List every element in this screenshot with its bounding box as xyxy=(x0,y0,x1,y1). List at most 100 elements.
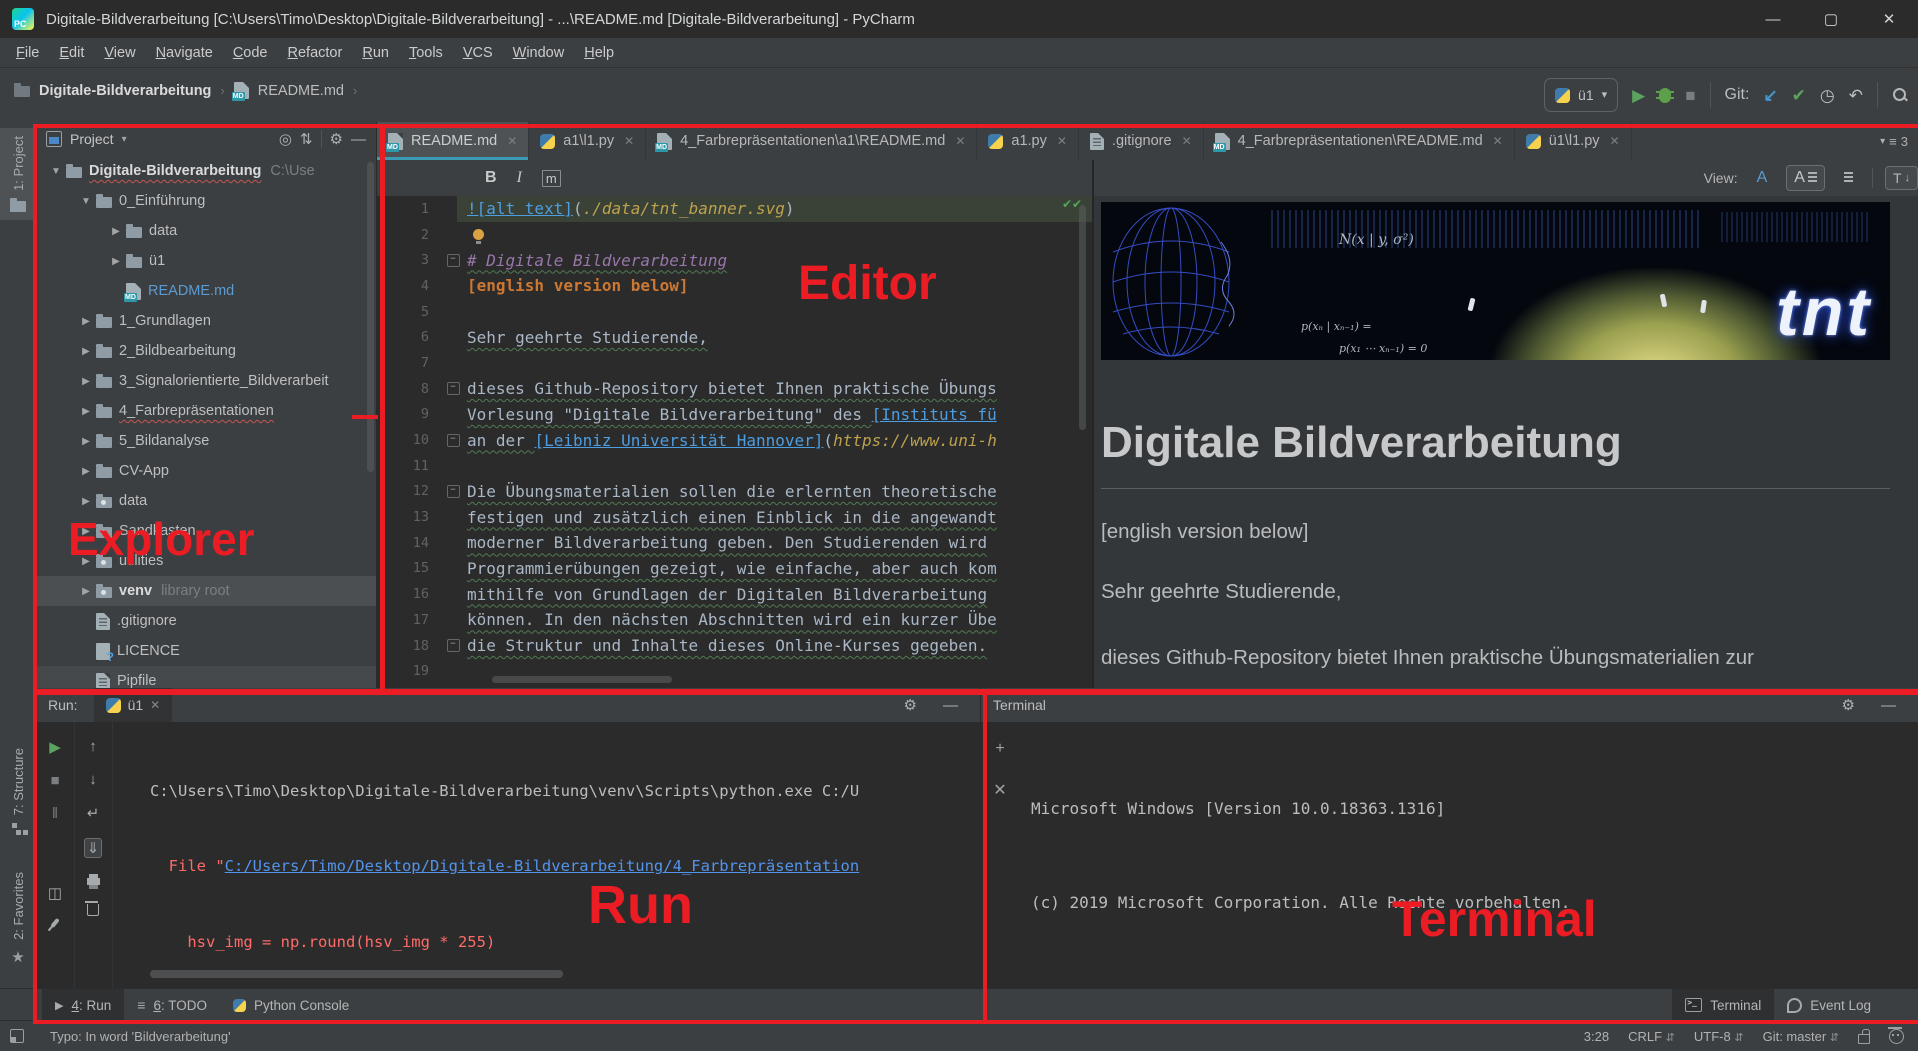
menu-tools[interactable]: Tools xyxy=(399,41,453,65)
fold-icon[interactable]: − xyxy=(447,485,460,498)
fold-icon[interactable]: − xyxy=(447,382,460,395)
sidebar-item-project[interactable]: 1: Project xyxy=(0,128,36,220)
maximize-button[interactable]: ▢ xyxy=(1802,0,1860,38)
menu-window[interactable]: Window xyxy=(503,41,575,65)
view-preview-only-button[interactable] xyxy=(1837,169,1860,187)
tab-a1-l1-py[interactable]: a1\l1.py ✕ xyxy=(529,122,646,160)
breadcrumb-project[interactable]: Digitale-Bildverarbeitung xyxy=(39,83,211,99)
chevron-down-icon[interactable]: ▾ xyxy=(122,134,127,145)
collapsed-arrow-icon[interactable]: ▶ xyxy=(76,556,96,567)
hide-panel-icon[interactable]: — xyxy=(943,697,958,714)
close-icon[interactable]: ✕ xyxy=(1182,134,1192,148)
menu-edit[interactable]: Edit xyxy=(49,41,94,65)
up-stack-trace-icon[interactable]: ↑ xyxy=(89,738,97,755)
tree-row[interactable]: ▶ utilities xyxy=(36,546,376,576)
rollback-icon[interactable]: ↶ xyxy=(1849,87,1863,104)
close-icon[interactable]: ✕ xyxy=(150,698,160,712)
tree-row[interactable]: ▶ CV-App xyxy=(36,456,376,486)
collapsed-arrow-icon[interactable]: ▶ xyxy=(106,256,126,267)
menu-file[interactable]: File xyxy=(6,41,49,65)
tab-farb-readme[interactable]: 4_Farbrepräsentationen\README.md ✕ xyxy=(1204,122,1515,160)
bold-button[interactable]: B xyxy=(485,169,497,187)
search-everywhere-icon[interactable] xyxy=(1892,87,1908,103)
expanded-arrow-icon[interactable]: ▼ xyxy=(46,166,66,177)
fold-icon[interactable]: − xyxy=(447,254,460,267)
menu-navigate[interactable]: Navigate xyxy=(146,41,223,65)
tree-row[interactable]: ▶ Sandkasten xyxy=(36,516,376,546)
menu-code[interactable]: Code xyxy=(223,41,278,65)
close-icon[interactable]: ✕ xyxy=(624,134,634,148)
editor-scrollbar[interactable] xyxy=(1079,205,1086,430)
new-session-icon[interactable]: + xyxy=(995,740,1004,758)
tree-row[interactable]: ▶ 5_Bildanalyse xyxy=(36,426,376,456)
project-panel-title[interactable]: Project xyxy=(70,131,114,147)
hector-inspector-icon[interactable] xyxy=(1889,1029,1904,1044)
git-branch-select[interactable]: Git: master ⇵ xyxy=(1763,1029,1839,1044)
soft-wrap-icon[interactable]: ↵ xyxy=(87,804,100,822)
hide-panel-icon[interactable]: — xyxy=(351,131,366,148)
rerun-button[interactable]: ▶ xyxy=(49,738,61,756)
toolwindow-todo-button[interactable]: ≡ 6: TODO xyxy=(124,989,220,1021)
toolwindow-switcher-icon[interactable] xyxy=(10,1029,24,1043)
scroll-to-end-icon[interactable]: ⇓ xyxy=(84,838,103,858)
tree-row[interactable]: Pipfile xyxy=(36,666,376,688)
editor-horizontal-scrollbar[interactable] xyxy=(492,676,672,683)
close-icon[interactable]: ✕ xyxy=(1057,134,1067,148)
pause-button[interactable]: ‖ xyxy=(52,805,58,822)
git-commit-icon[interactable]: ✔ xyxy=(1792,87,1806,104)
restore-layout-icon[interactable]: ◫ xyxy=(48,884,62,902)
fold-icon[interactable]: − xyxy=(447,639,460,652)
hide-panel-icon[interactable]: — xyxy=(1881,697,1896,714)
tree-row[interactable]: ▼ 0_Einführung xyxy=(36,186,376,216)
close-icon[interactable]: ✕ xyxy=(1493,134,1503,148)
intention-bulb-icon[interactable] xyxy=(473,229,484,240)
collapsed-arrow-icon[interactable]: ▶ xyxy=(76,586,96,597)
pin-icon[interactable] xyxy=(50,918,59,928)
line-ending-select[interactable]: CRLF ⇵ xyxy=(1628,1029,1675,1044)
stack-trace-link[interactable]: C:/Users/Timo/Desktop/Digitale-Bildverar… xyxy=(225,857,860,875)
tree-row[interactable]: ▶ data xyxy=(36,216,376,246)
italic-button[interactable]: I xyxy=(517,169,522,187)
hidden-tabs-dropdown[interactable]: ▾ ≡ 3 xyxy=(1880,122,1918,160)
tree-row[interactable]: .gitignore xyxy=(36,606,376,636)
tab-readme-md[interactable]: README.md ✕ xyxy=(377,122,529,160)
tree-row[interactable]: README.md xyxy=(36,276,376,306)
menu-refactor[interactable]: Refactor xyxy=(278,41,353,65)
close-button[interactable]: ✕ xyxy=(1860,0,1918,38)
view-editor-only-button[interactable]: A xyxy=(1750,166,1775,190)
tab-u1-l1-py[interactable]: ü1\l1.py ✕ xyxy=(1515,122,1632,160)
run-horizontal-scrollbar[interactable] xyxy=(150,970,563,978)
collapsed-arrow-icon[interactable]: ▶ xyxy=(76,346,96,357)
toolwindow-terminal-button[interactable]: Terminal xyxy=(1672,989,1774,1021)
menu-help[interactable]: Help xyxy=(574,41,624,65)
tab-a1-py[interactable]: a1.py ✕ xyxy=(977,122,1079,160)
menu-vcs[interactable]: VCS xyxy=(453,41,503,65)
close-icon[interactable]: ✕ xyxy=(1610,134,1620,148)
tree-row[interactable]: ▶ 4_Farbrepräsentationen xyxy=(36,396,376,426)
editor-pane[interactable]: 1![alt text](./data/tnt_banner.svg) 2 3−… xyxy=(377,196,1092,688)
run-console-output[interactable]: C:\Users\Timo\Desktop\Digitale-Bildverar… xyxy=(150,728,974,988)
close-icon[interactable]: ✕ xyxy=(507,134,517,148)
menu-view[interactable]: View xyxy=(94,41,145,65)
encoding-select[interactable]: UTF-8 ⇵ xyxy=(1694,1029,1744,1044)
minimize-button[interactable]: — xyxy=(1744,0,1802,38)
run-tab-u1[interactable]: ü1 ✕ xyxy=(94,688,173,722)
sidebar-item-structure[interactable]: 7: Structure xyxy=(0,740,36,844)
tree-row[interactable]: ▶ 2_Bildbearbeitung xyxy=(36,336,376,366)
tree-row[interactable]: ▶ ü1 xyxy=(36,246,376,276)
clear-console-icon[interactable] xyxy=(87,904,99,916)
close-session-icon[interactable]: ✕ xyxy=(993,780,1006,800)
collapsed-arrow-icon[interactable]: ▶ xyxy=(106,226,126,237)
caret-position[interactable]: 3:28 xyxy=(1584,1029,1609,1044)
git-update-icon[interactable]: ↙ xyxy=(1763,87,1777,104)
code-button[interactable]: m xyxy=(542,170,561,187)
run-button[interactable]: ▶ xyxy=(1632,87,1645,104)
collapsed-arrow-icon[interactable]: ▶ xyxy=(76,316,96,327)
tree-row-selected[interactable]: ▶ venv library root xyxy=(36,576,376,606)
tree-row[interactable]: ▶ 1_Grundlagen xyxy=(36,306,376,336)
debug-button[interactable] xyxy=(1659,88,1671,103)
toolwindow-python-console-button[interactable]: Python Console xyxy=(220,989,362,1021)
tree-row[interactable]: LICENCE xyxy=(36,636,376,666)
project-scrollbar[interactable] xyxy=(367,162,374,472)
auto-scroll-preview-button[interactable]: T↓ xyxy=(1885,166,1918,190)
